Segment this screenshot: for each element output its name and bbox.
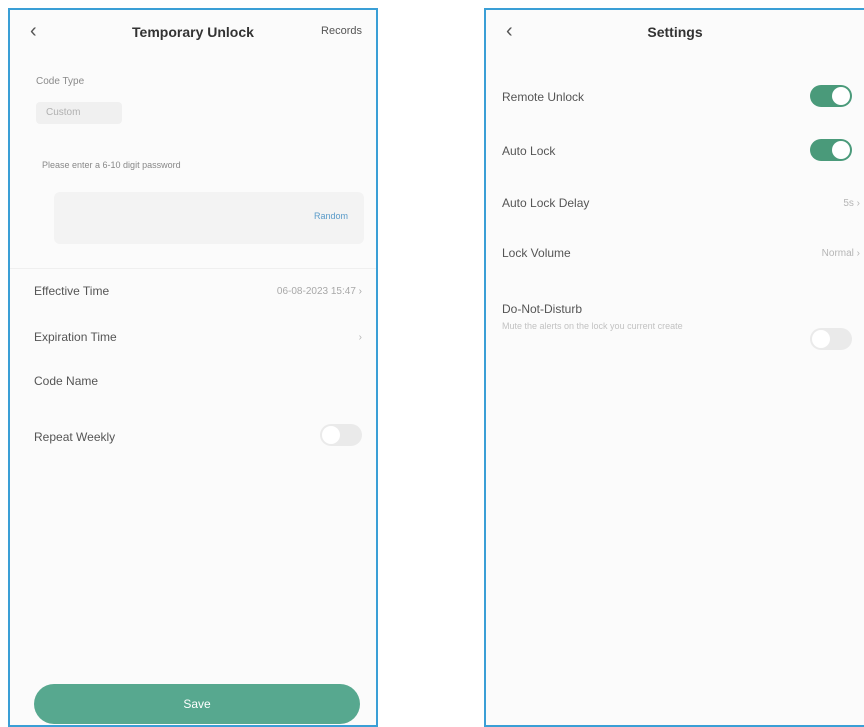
- dnd-toggle[interactable]: [810, 328, 852, 350]
- password-field[interactable]: Random: [54, 192, 364, 244]
- toggle-knob: [832, 87, 850, 105]
- auto-lock-delay-label: Auto Lock Delay: [502, 196, 590, 210]
- temporary-unlock-screen: ‹ Temporary Unlock Records Code Type Cus…: [8, 8, 378, 727]
- lock-volume-text: Normal: [821, 248, 854, 259]
- remote-unlock-label: Remote Unlock: [502, 90, 585, 104]
- nav-bar: ‹ Settings: [486, 10, 864, 56]
- divider: [10, 268, 376, 269]
- dnd-description: Mute the alerts on the lock you current …: [502, 321, 683, 331]
- auto-lock-delay-value[interactable]: 5s ›: [843, 198, 860, 209]
- code-type-label: Code Type: [36, 76, 85, 87]
- code-type-chip[interactable]: Custom: [36, 102, 122, 124]
- dnd-label: Do-Not-Disturb: [502, 302, 583, 316]
- expiration-time-value[interactable]: ›: [359, 332, 362, 343]
- save-button[interactable]: Save: [34, 684, 360, 724]
- effective-time-label: Effective Time: [34, 284, 110, 298]
- settings-screen: ‹ Settings Remote Unlock Auto Lock Auto …: [484, 8, 864, 727]
- lock-volume-value[interactable]: Normal ›: [822, 248, 860, 259]
- toggle-knob: [812, 330, 830, 348]
- lock-volume-label: Lock Volume: [502, 246, 571, 260]
- expiration-time-label: Expiration Time: [34, 330, 117, 344]
- password-hint: Please enter a 6-10 digit password: [42, 160, 181, 170]
- nav-bar: ‹ Temporary Unlock Records: [10, 10, 376, 56]
- effective-time-value[interactable]: 06-08-2023 15:47 ›: [277, 286, 362, 297]
- auto-lock-label: Auto Lock: [502, 144, 556, 158]
- effective-time-text: 06-08-2023 15:47: [276, 286, 356, 297]
- random-button[interactable]: Random: [314, 211, 348, 221]
- page-title: Settings: [647, 24, 703, 40]
- toggle-knob: [322, 426, 340, 444]
- repeat-weekly-toggle[interactable]: [320, 424, 362, 446]
- records-link[interactable]: Records: [321, 25, 362, 37]
- auto-lock-delay-text: 5s: [843, 198, 854, 209]
- repeat-weekly-label: Repeat Weekly: [34, 430, 116, 444]
- auto-lock-toggle[interactable]: [810, 139, 852, 161]
- code-name-label: Code Name: [34, 374, 99, 388]
- remote-unlock-toggle[interactable]: [810, 85, 852, 107]
- toggle-knob: [832, 141, 850, 159]
